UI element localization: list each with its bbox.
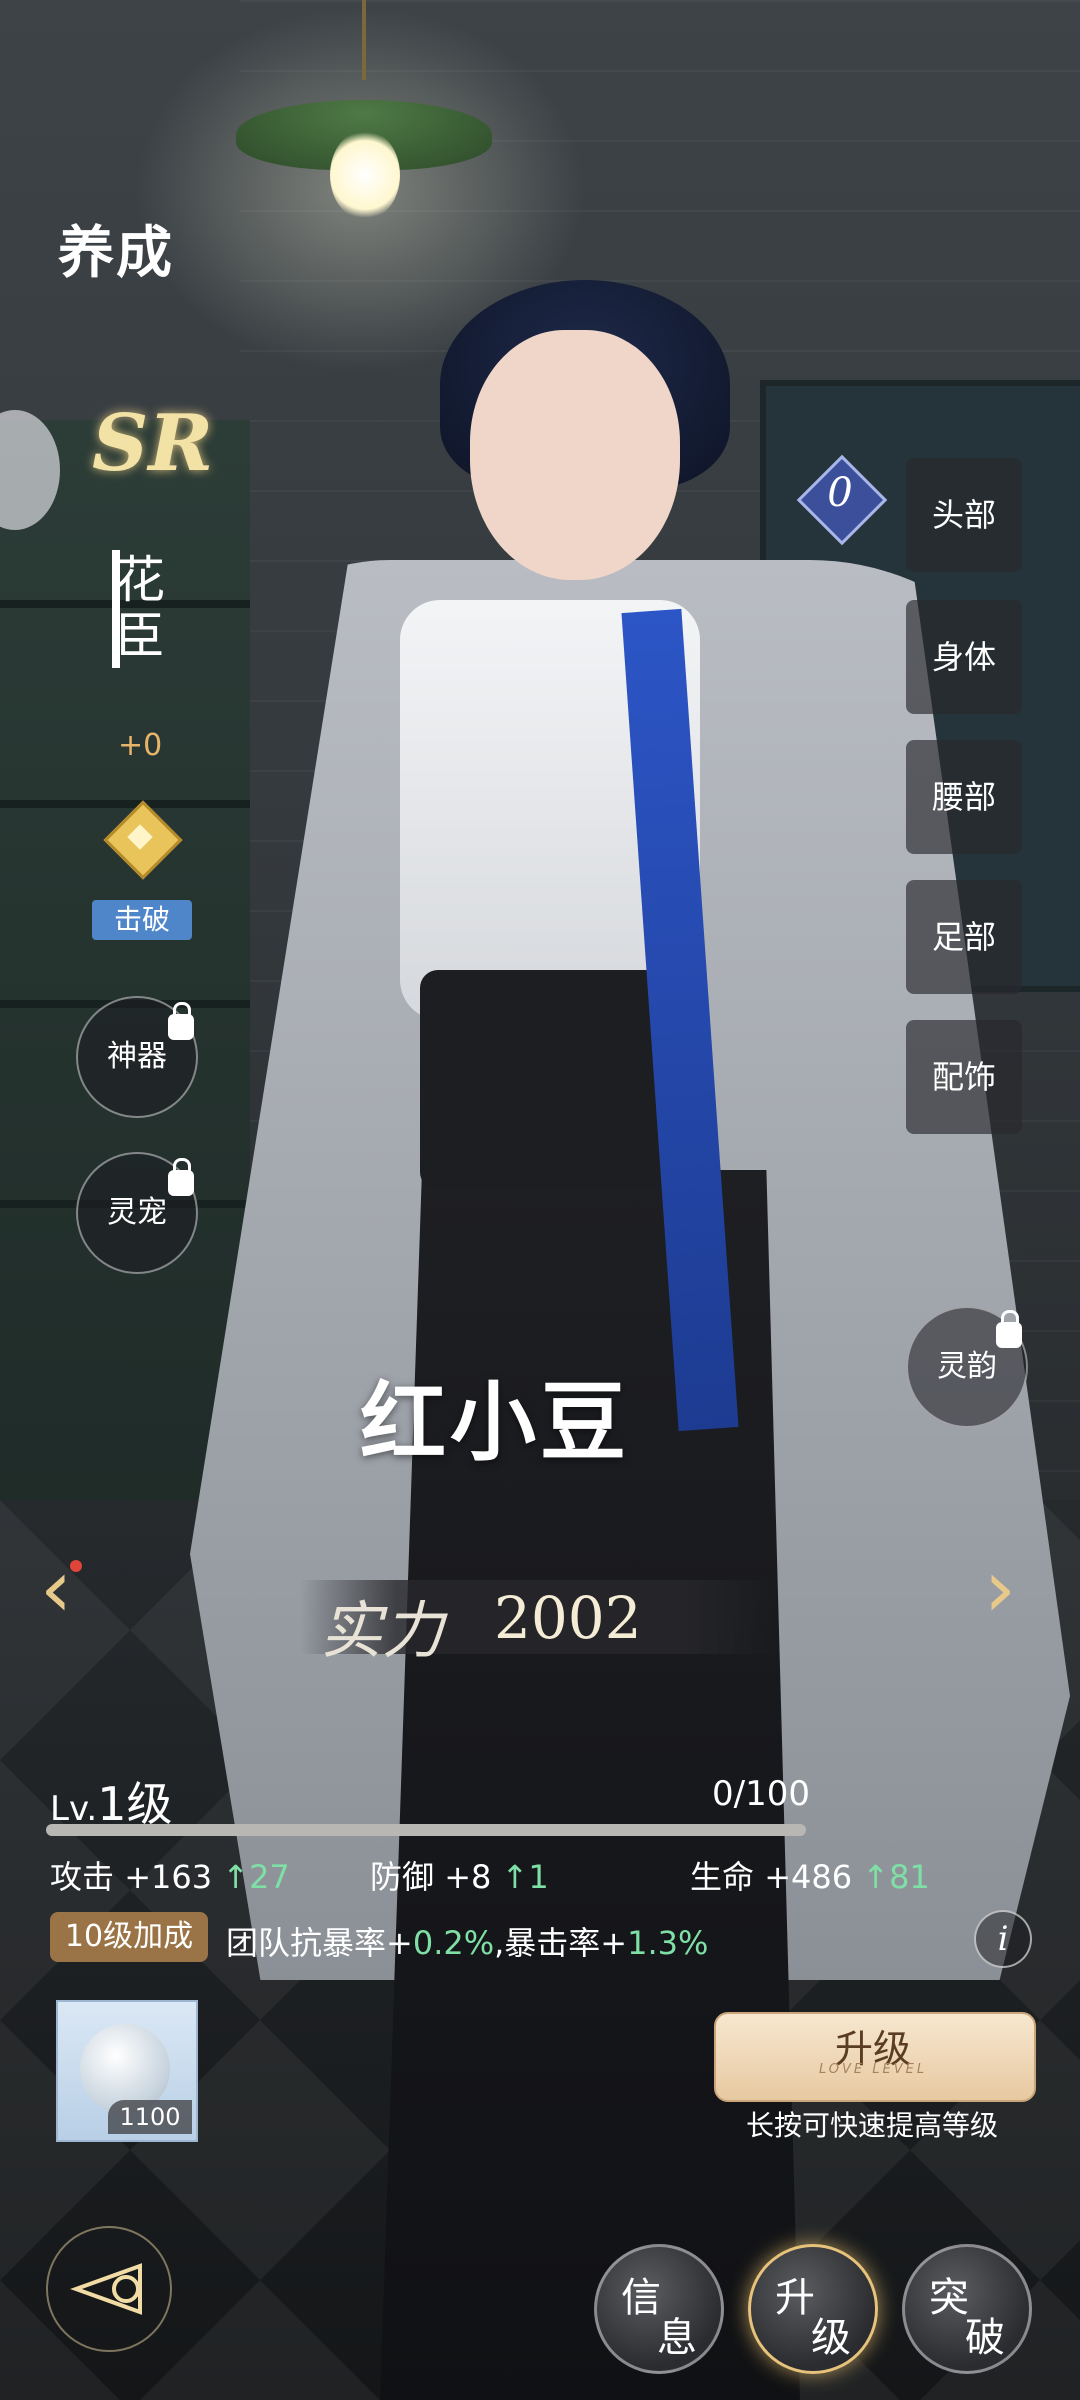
stat-value: +8 [444, 1858, 492, 1896]
stat-value: +163 [124, 1858, 213, 1896]
lamp-cord [362, 0, 366, 80]
upgrade-subtitle: LOVE LEVEL [818, 2062, 928, 2077]
back-arrow-icon [70, 2263, 142, 2315]
notification-dot [70, 1560, 82, 1572]
shelf-plank [0, 800, 250, 808]
spirit-label: 灵韵 [937, 1349, 997, 1384]
page-title: 养成 [58, 221, 174, 286]
nav-break-char2: 破 [965, 2315, 1005, 2361]
nav-upgrade-char1: 升 [775, 2275, 815, 2321]
power-label: 实力 [320, 1594, 445, 1667]
character-name: 红小豆 [360, 1373, 630, 1473]
stat-gain: 81 [889, 1858, 930, 1896]
slot-head[interactable]: 头部 [906, 458, 1022, 572]
stat-name: 防御 [370, 1858, 435, 1896]
nav-upgrade-char2: 级 [811, 2315, 851, 2361]
power-value: 2002 [494, 1584, 642, 1652]
card-title-vertical: 花臣 [115, 551, 165, 665]
bonus-text-b: ,暴击率+ [494, 1924, 628, 1962]
up-arrow-icon: ↑ [222, 1858, 250, 1896]
stat-defense: 防御 +8 ↑1 [370, 1852, 549, 1898]
slot-body[interactable]: 身体 [906, 600, 1022, 714]
rarity-badge: SR [92, 398, 214, 489]
stat-gain: 27 [249, 1858, 290, 1896]
character-face [470, 330, 680, 580]
info-icon[interactable]: i [974, 1910, 1032, 1968]
slot-accessory[interactable]: 配饰 [906, 1020, 1022, 1134]
enhance-level: +0 [118, 728, 163, 763]
equip-count: 0 [827, 470, 853, 516]
next-arrow-icon[interactable]: › [984, 1542, 1016, 1635]
xp-bar [46, 1824, 806, 1836]
light-bulb [330, 130, 400, 220]
slot-feet[interactable]: 足部 [906, 880, 1022, 994]
prev-arrow-icon[interactable]: ‹ [40, 1542, 72, 1635]
lock-icon [996, 1310, 1022, 1348]
bonus-description: 团队抗暴率+0.2%,暴击率+1.3% [226, 1918, 708, 1964]
stat-hp: 生命 +486 ↑81 [690, 1852, 930, 1898]
bonus-value-b: 1.3% [627, 1924, 709, 1962]
bonus-tag: 10级加成 [50, 1912, 208, 1962]
bonus-value-a: 0.2% [412, 1924, 495, 1962]
up-arrow-icon: ↑ [501, 1858, 529, 1896]
nav-info-char2: 息 [657, 2315, 697, 2361]
level-value: 1级 [97, 1777, 173, 1831]
up-arrow-icon: ↑ [862, 1858, 890, 1896]
stat-attack: 攻击 +163 ↑27 [50, 1852, 290, 1898]
stat-value: +486 [764, 1858, 853, 1896]
nav-breakthrough[interactable]: 突 破 [902, 2244, 1032, 2374]
pet-label: 灵宠 [107, 1195, 167, 1230]
stat-name: 攻击 [50, 1858, 115, 1896]
back-button[interactable] [46, 2226, 172, 2352]
stat-name: 生命 [690, 1858, 755, 1896]
lock-icon [168, 1002, 194, 1040]
xp-counter: 0/100 [712, 1774, 810, 1814]
break-badge[interactable]: 击破 [92, 900, 192, 940]
upgrade-hint: 长按可快速提高等级 [746, 2109, 999, 2142]
bonus-text-a: 团队抗暴率+ [226, 1924, 413, 1962]
level-prefix: Lv. [50, 1789, 98, 1829]
nav-upgrade[interactable]: 升 级 [748, 2244, 878, 2374]
nav-break-char1: 突 [929, 2275, 969, 2321]
item-count: 1100 [108, 2100, 192, 2134]
artifact-label: 神器 [107, 1039, 167, 1074]
nav-info-char1: 信 [621, 2275, 661, 2321]
nav-info[interactable]: 信 息 [594, 2244, 724, 2374]
lock-icon [168, 1158, 194, 1196]
slot-waist[interactable]: 腰部 [906, 740, 1022, 854]
stat-gain: 1 [528, 1858, 549, 1896]
